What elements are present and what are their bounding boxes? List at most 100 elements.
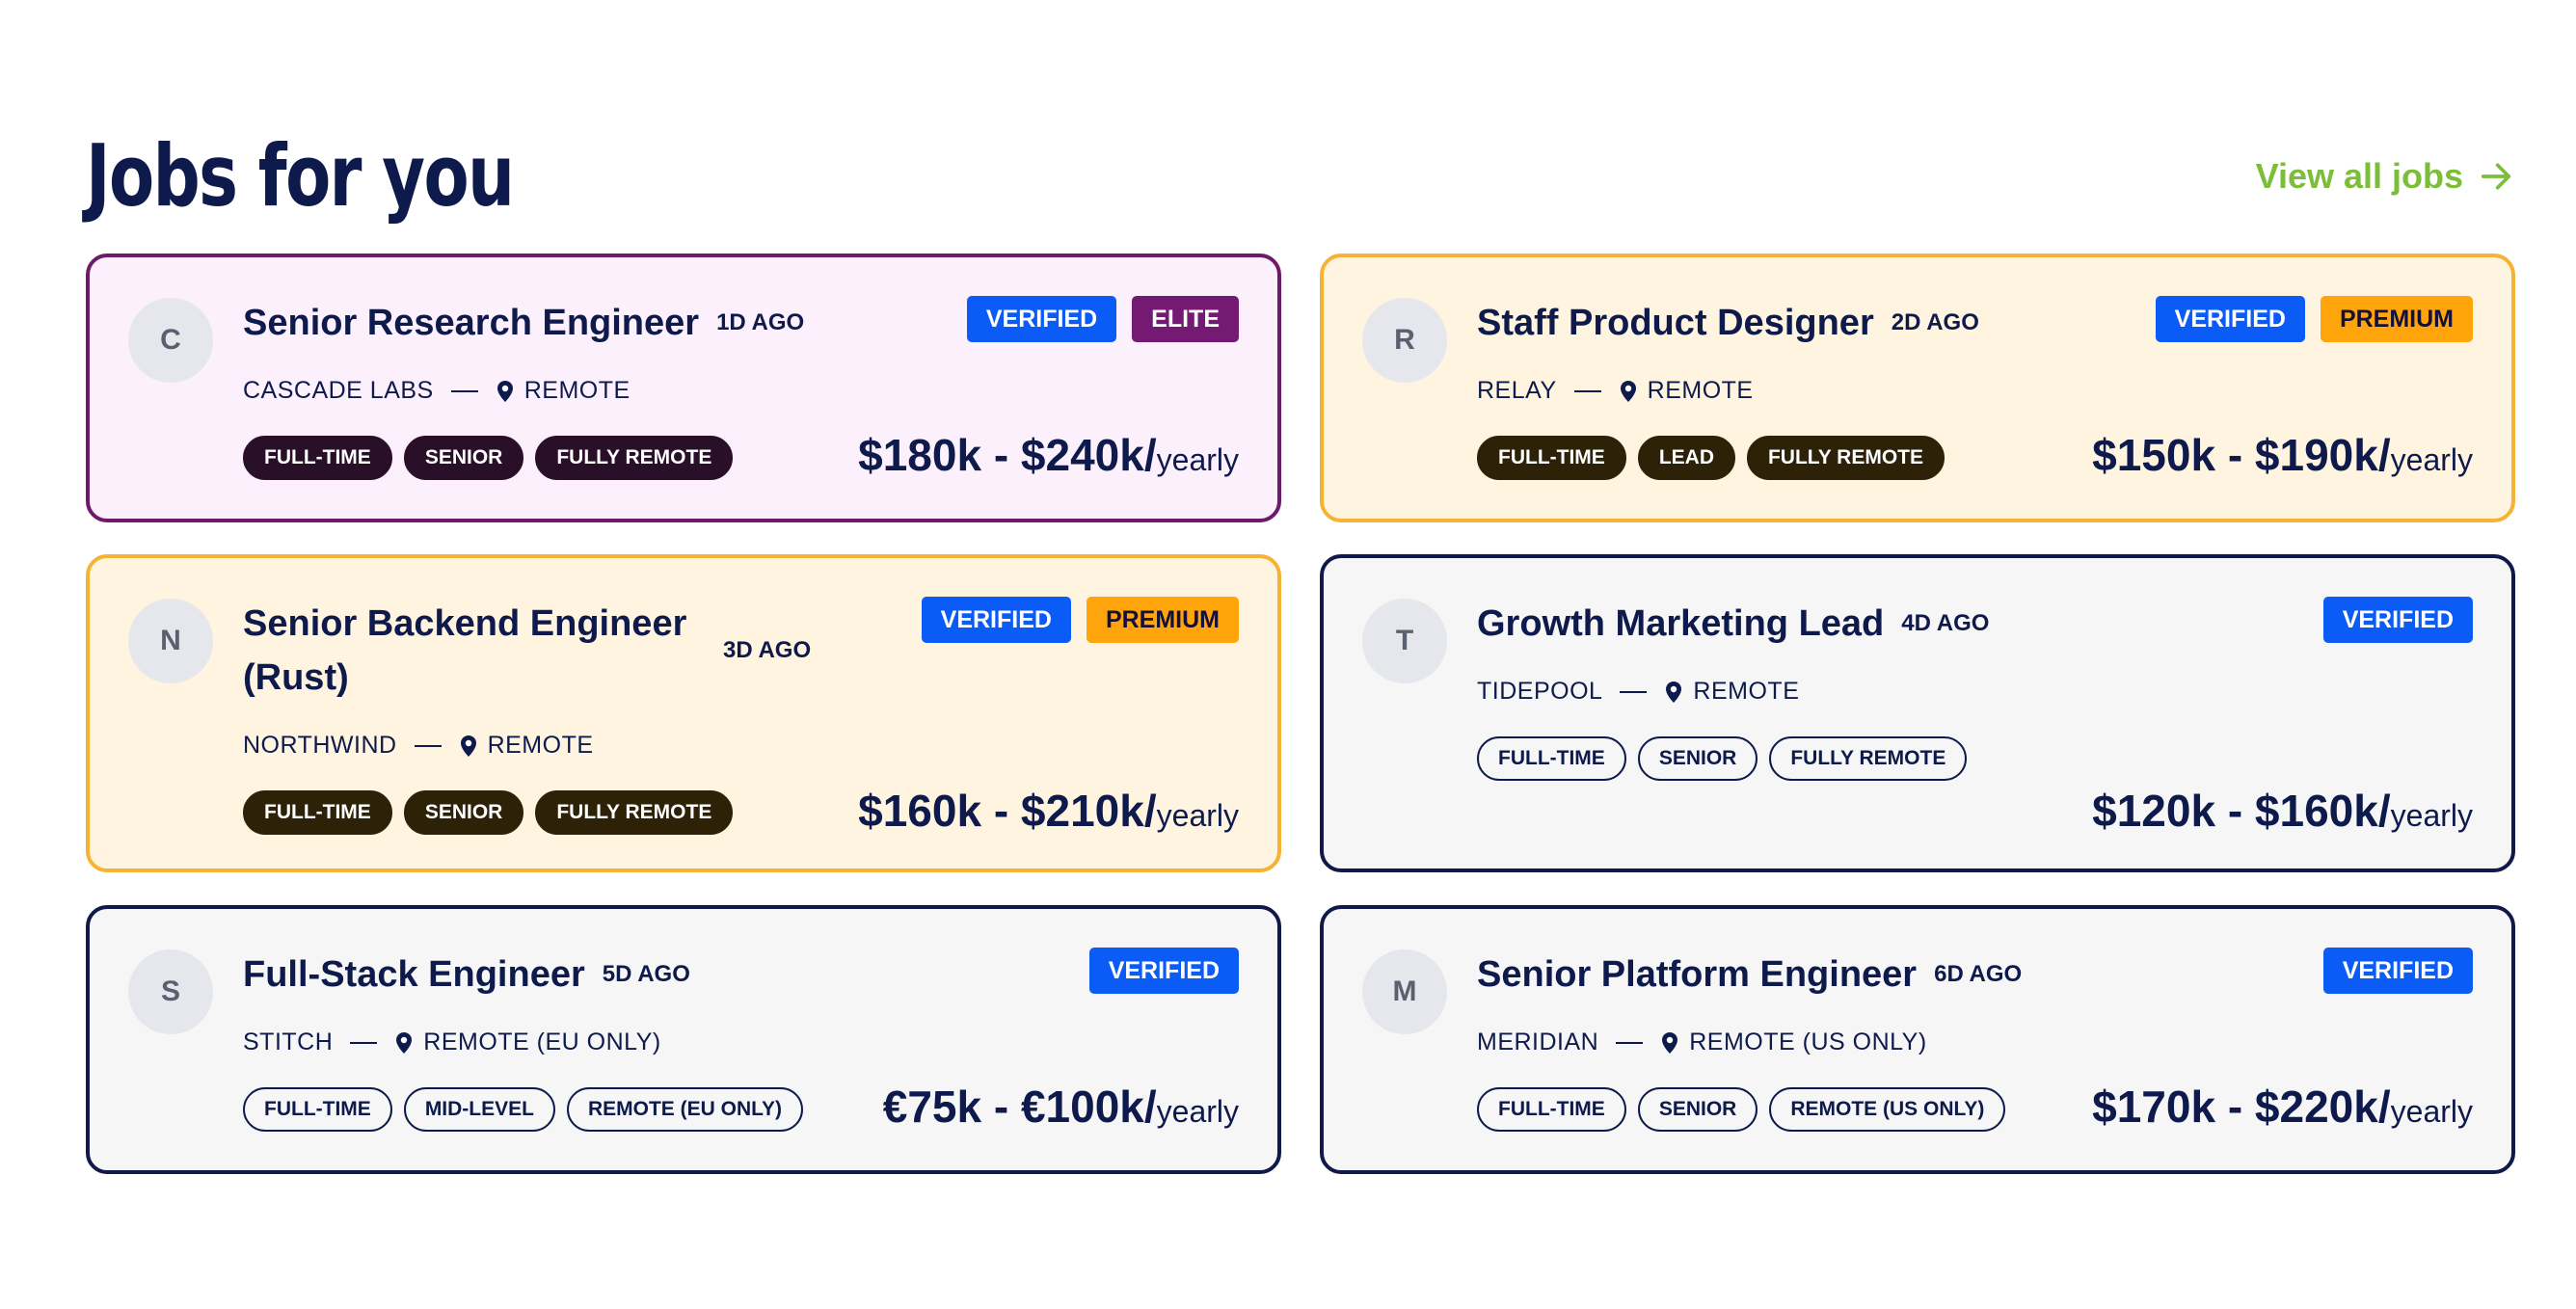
page-title: Jobs for you (86, 126, 515, 226)
job-tag: SENIOR (403, 436, 524, 480)
job-title[interactable]: Senior Backend Engineer (Rust) (243, 597, 706, 705)
location-pin-icon (496, 380, 513, 402)
job-tag: REMOTE (US ONLY) (1769, 1087, 2006, 1132)
salary-period: yearly (1156, 1094, 1239, 1129)
company-avatar: R (1362, 298, 1447, 383)
job-card[interactable]: C Senior Research Engineer 1D AGO VERIFI… (86, 254, 1281, 522)
location: REMOTE (496, 377, 631, 405)
job-tag: FULL-TIME (1477, 436, 1626, 480)
job-meta: TIDEPOOL REMOTE (1477, 678, 1799, 706)
company-avatar: S (128, 949, 213, 1034)
company-avatar: C (128, 298, 213, 383)
job-tag: LEAD (1637, 436, 1735, 480)
salary-period: yearly (1156, 442, 1239, 477)
company-name: MERIDIAN (1477, 1028, 1599, 1055)
tag-list: FULL-TIME LEAD FULLY REMOTE (1477, 436, 1945, 480)
location-text: REMOTE (US ONLY) (1689, 1028, 1927, 1055)
job-tag: REMOTE (EU ONLY) (566, 1087, 804, 1132)
salary-range: $150k - $190k/ (2092, 430, 2391, 480)
posted-time: 6D AGO (1934, 961, 2023, 987)
job-meta: RELAY REMOTE (1477, 377, 1754, 405)
title-row: Senior Backend Engineer (Rust) 3D AGO (243, 597, 811, 705)
job-tag: SENIOR (1637, 1087, 1758, 1132)
posted-time: 4D AGO (1901, 610, 1990, 636)
premium-badge: PREMIUM (2320, 296, 2473, 342)
job-tag: FULL-TIME (243, 790, 392, 835)
company-name: RELAY (1477, 377, 1557, 404)
company-name: NORTHWIND (243, 732, 397, 759)
salary-range: $160k - $210k/ (858, 786, 1157, 836)
company-name: STITCH (243, 1028, 334, 1055)
job-card[interactable]: R Staff Product Designer 2D AGO VERIFIED… (1320, 254, 2515, 522)
job-tag: FULLY REMOTE (1769, 736, 1968, 781)
meta-separator (1620, 690, 1648, 693)
premium-badge: PREMIUM (1086, 597, 1239, 643)
verified-badge: VERIFIED (2322, 948, 2473, 994)
salary-range: $120k - $160k/ (2092, 786, 2391, 836)
verified-badge: VERIFIED (1088, 948, 1239, 994)
meta-separator (450, 389, 478, 392)
job-card[interactable]: N Senior Backend Engineer (Rust) 3D AGO … (86, 554, 1281, 872)
location-text: REMOTE (1693, 678, 1800, 705)
job-card[interactable]: S Full-Stack Engineer 5D AGO VERIFIED ST… (86, 905, 1281, 1174)
salary-range: €75k - €100k/ (882, 1082, 1157, 1132)
verified-badge: VERIFIED (921, 597, 1071, 643)
company-avatar: N (128, 599, 213, 683)
location: REMOTE (US ONLY) (1660, 1028, 1926, 1056)
job-tag: FULL-TIME (243, 436, 392, 480)
badge-group: VERIFIED PREMIUM (2155, 296, 2473, 342)
job-tag: FULLY REMOTE (535, 790, 734, 835)
view-all-jobs-link[interactable]: View all jobs (2256, 152, 2515, 200)
job-title[interactable]: Senior Platform Engineer (1477, 948, 1917, 1002)
job-tag: FULLY REMOTE (1746, 436, 1945, 480)
location: REMOTE (1619, 377, 1754, 405)
verified-badge: VERIFIED (2155, 296, 2305, 342)
job-tag: FULL-TIME (1477, 1087, 1626, 1132)
location-text: REMOTE (EU ONLY) (423, 1028, 661, 1055)
location: REMOTE (1664, 678, 1799, 706)
job-tag: SENIOR (1637, 736, 1758, 781)
location-text: REMOTE (523, 377, 631, 404)
meta-separator (1573, 389, 1601, 392)
company-name: TIDEPOOL (1477, 678, 1603, 705)
job-title[interactable]: Senior Research Engineer (243, 296, 699, 350)
arrow-right-icon (2481, 163, 2511, 190)
job-title[interactable]: Growth Marketing Lead (1477, 597, 1884, 651)
company-avatar: T (1362, 599, 1447, 683)
job-meta: MERIDIAN REMOTE (US ONLY) (1477, 1028, 1927, 1056)
tag-list: FULL-TIME SENIOR FULLY REMOTE (243, 436, 734, 480)
job-tag: FULLY REMOTE (535, 436, 734, 480)
location-pin-icon (396, 1031, 413, 1054)
section-header: Jobs for you View all jobs (86, 123, 2515, 229)
job-title[interactable]: Staff Product Designer (1477, 296, 1874, 350)
salary: $160k - $210k/ yearly (858, 785, 1239, 837)
job-title[interactable]: Full-Stack Engineer (243, 948, 585, 1002)
tag-list: FULL-TIME SENIOR FULLY REMOTE (243, 790, 734, 835)
salary-range: $180k - $240k/ (858, 430, 1157, 480)
badge-group: VERIFIED (1088, 948, 1239, 994)
title-row: Full-Stack Engineer 5D AGO (243, 948, 690, 1002)
tag-list: FULL-TIME SENIOR REMOTE (US ONLY) (1477, 1087, 2006, 1132)
job-tag: SENIOR (403, 790, 524, 835)
job-card[interactable]: M Senior Platform Engineer 6D AGO VERIFI… (1320, 905, 2515, 1174)
location-pin-icon (1620, 380, 1636, 402)
job-meta: CASCADE LABS REMOTE (243, 377, 631, 405)
company-name: CASCADE LABS (243, 377, 434, 404)
location-text: REMOTE (1647, 377, 1754, 404)
badge-group: VERIFIED (2322, 948, 2473, 994)
title-row: Senior Platform Engineer 6D AGO (1477, 948, 2022, 1002)
verified-badge: VERIFIED (2322, 597, 2473, 643)
salary-period: yearly (1156, 798, 1239, 833)
verified-badge: VERIFIED (966, 296, 1117, 342)
location-pin-icon (1662, 1031, 1678, 1054)
badge-group: VERIFIED ELITE (966, 296, 1239, 342)
salary-period: yearly (2390, 798, 2473, 833)
job-card[interactable]: T Growth Marketing Lead 4D AGO VERIFIED … (1320, 554, 2515, 872)
job-meta: NORTHWIND REMOTE (243, 732, 594, 760)
meta-separator (414, 744, 442, 747)
posted-time: 1D AGO (716, 309, 805, 335)
posted-time: 5D AGO (602, 961, 690, 987)
job-tag: FULL-TIME (1477, 736, 1626, 781)
location-pin-icon (460, 735, 476, 757)
title-row: Senior Research Engineer 1D AGO (243, 296, 804, 350)
